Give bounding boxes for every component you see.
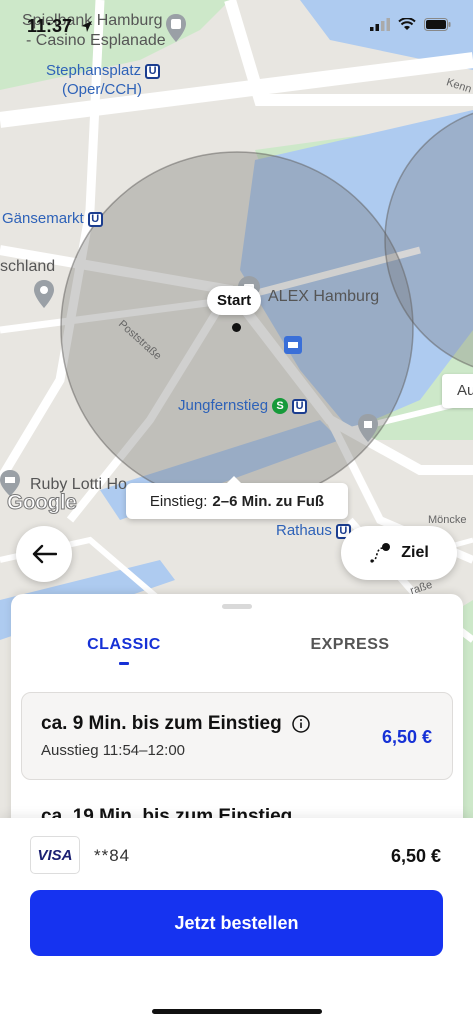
start-pin-dot: [232, 323, 241, 332]
u-bahn-icon: U: [87, 211, 103, 227]
poi-label-schland: schland: [0, 258, 56, 275]
payment-card-digits[interactable]: **84: [94, 846, 130, 866]
option-title: ca. 9 Min. bis zum Einstieg: [41, 713, 310, 735]
info-icon[interactable]: [291, 715, 310, 733]
status-time: 11:37: [27, 16, 93, 37]
destination-button[interactable]: Ziel: [341, 526, 457, 580]
wifi-icon: [398, 18, 416, 30]
ride-type-tabs: CLASSIC EXPRESS: [11, 636, 463, 670]
station-label-stephansplatz: Stephansplatz U: [46, 62, 161, 79]
poi-label-au: Au: [442, 374, 473, 408]
shopping-bag-pin-icon: [358, 414, 378, 442]
total-price: 6,50 €: [390, 846, 441, 866]
destination-label: Ziel: [401, 544, 429, 561]
u-bahn-icon: U: [145, 63, 161, 79]
station-label-jungfernstieg: Jungfernstieg S U: [178, 397, 308, 415]
route-icon: [370, 543, 391, 563]
payment-card-brand[interactable]: VISA: [30, 836, 80, 874]
station-label-gaensemarkt: Gänsemarkt U: [2, 210, 103, 227]
start-pin-label[interactable]: Start: [207, 286, 262, 315]
parking-boat-icon: [284, 336, 302, 354]
ride-options-sheet: CLASSIC EXPRESS ca. 9 Min. bis zum Einst…: [11, 594, 463, 834]
cellular-signal-icon: [370, 18, 390, 31]
arrow-left-icon: [32, 544, 57, 564]
tab-express[interactable]: EXPRESS: [237, 636, 463, 670]
back-button[interactable]: [16, 526, 72, 582]
ride-option-card[interactable]: ca. 9 Min. bis zum Einstieg Ausstieg 11:…: [21, 692, 453, 780]
battery-icon: [424, 18, 451, 31]
option-price: 6,50 €: [381, 727, 432, 747]
station-label-rathaus: Rathaus U: [276, 522, 351, 539]
location-arrow-icon: [81, 21, 93, 32]
sheet-grabber[interactable]: [222, 604, 252, 609]
station-label-stephansplatz-2: (Oper/CCH): [62, 81, 143, 98]
option-dropoff-time: Ausstieg 11:54–12:00: [41, 742, 186, 759]
s-bahn-icon: S: [272, 398, 289, 415]
order-button[interactable]: Jetzt bestellen: [30, 890, 443, 956]
u-bahn-icon: U: [292, 398, 308, 414]
boarding-info-tooltip: Einstieg: 2–6 Min. zu Fuß: [126, 476, 348, 519]
checkout-footer: VISA **84 6,50 € Jetzt bestellen: [0, 818, 473, 1024]
google-logo: Google: [6, 491, 77, 515]
boarding-walk-time: 2–6 Min. zu Fuß: [212, 492, 325, 510]
home-indicator: [152, 1009, 322, 1014]
boarding-prefix: Einstieg:: [149, 492, 208, 510]
location-pin-icon: [34, 280, 54, 308]
street-label-moencke: Möncke: [428, 514, 467, 526]
tab-classic[interactable]: CLASSIC: [11, 636, 237, 670]
status-bar: 11:37: [0, 0, 473, 44]
poi-label-alex: ALEX Hamburg: [268, 288, 380, 305]
